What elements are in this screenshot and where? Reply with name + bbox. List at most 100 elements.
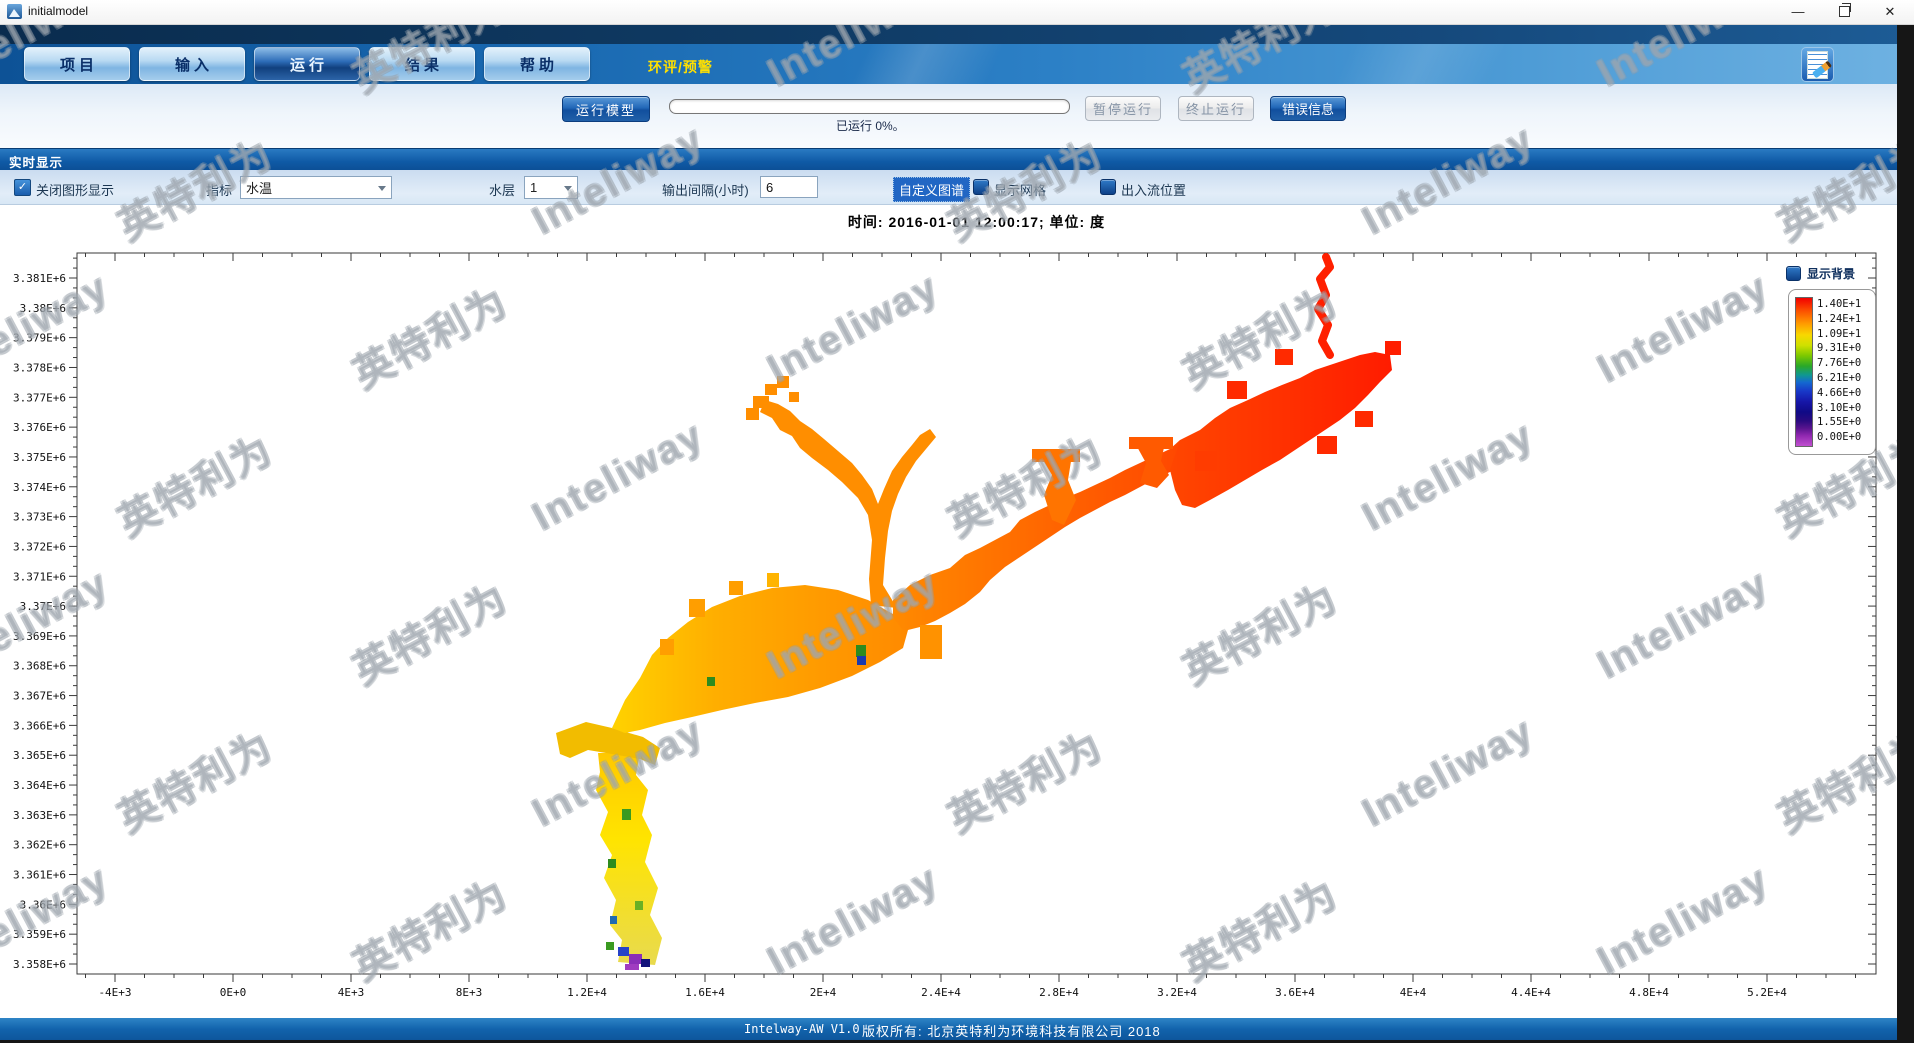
custom-palette-button[interactable]: 自定义图谱	[893, 177, 970, 202]
error-info-button[interactable]: 错误信息	[1270, 96, 1346, 121]
window-title: initialmodel	[28, 4, 88, 18]
realtime-display-title: 实时显示	[9, 152, 63, 171]
svg-text:3.36E+6: 3.36E+6	[20, 898, 66, 911]
svg-text:3.2E+4: 3.2E+4	[1157, 986, 1197, 999]
tab-bar: 项目输入运行结果帮助 环评/预警	[0, 44, 1914, 84]
app-icon	[7, 4, 22, 19]
svg-text:-4E+3: -4E+3	[98, 986, 131, 999]
show-background-label: 显示背景	[1807, 265, 1855, 282]
svg-text:4.4E+4: 4.4E+4	[1511, 986, 1551, 999]
progress-bar	[669, 99, 1070, 114]
colorbar	[1795, 297, 1813, 447]
svg-text:3.381E+6: 3.381E+6	[13, 272, 66, 285]
tab-运行[interactable]: 运行	[254, 47, 360, 81]
svg-text:2E+4: 2E+4	[810, 986, 837, 999]
tab-输入[interactable]: 输入	[139, 47, 245, 81]
show-grid-checkbox[interactable]	[973, 179, 989, 195]
legend-value: 1.55E+0	[1817, 415, 1861, 430]
svg-text:3.6E+4: 3.6E+4	[1275, 986, 1315, 999]
show-background-checkbox[interactable]	[1786, 266, 1801, 281]
eia-warning-label: 环评/预警	[648, 57, 713, 77]
flow-positions-checkbox[interactable]	[1100, 179, 1116, 195]
indicator-value: 水温	[246, 178, 272, 197]
svg-text:4E+4: 4E+4	[1400, 986, 1427, 999]
interval-label: 输出间隔(小时)	[662, 180, 749, 199]
minimize-button[interactable]: —	[1782, 0, 1814, 24]
indicator-select[interactable]: 水温	[240, 176, 392, 199]
svg-text:3.358E+6: 3.358E+6	[13, 958, 66, 971]
svg-text:4E+3: 4E+3	[338, 986, 365, 999]
note-edit-icon[interactable]	[1801, 47, 1834, 82]
svg-text:4.8E+4: 4.8E+4	[1629, 986, 1669, 999]
svg-text:3.376E+6: 3.376E+6	[13, 421, 66, 434]
legend-panel: 显示背景 1.40E+11.24E+11.09E+19.31E+07.76E+0…	[1786, 266, 1878, 455]
close-graph-label: 关闭图形显示	[36, 180, 114, 199]
svg-text:3.359E+6: 3.359E+6	[13, 928, 66, 941]
show-grid-label: 显示网格	[994, 180, 1046, 199]
tab-项目[interactable]: 项目	[24, 47, 130, 81]
restore-button[interactable]	[1828, 0, 1860, 24]
indicator-label: 指标	[206, 180, 232, 199]
svg-text:3.363E+6: 3.363E+6	[13, 809, 66, 822]
svg-text:3.377E+6: 3.377E+6	[13, 391, 66, 404]
interval-input[interactable]	[760, 176, 818, 198]
stop-run-button[interactable]: 终止运行	[1178, 96, 1254, 121]
window-frame-right	[1897, 24, 1914, 1043]
svg-text:3.378E+6: 3.378E+6	[13, 361, 66, 374]
footer-copyright: 版权所有: 北京英特利为环境科技有限公司 2018	[862, 1021, 1161, 1040]
legend-value: 4.66E+0	[1817, 386, 1861, 401]
svg-text:3.372E+6: 3.372E+6	[13, 540, 66, 553]
nav-band	[0, 24, 1914, 44]
svg-text:3.38E+6: 3.38E+6	[20, 302, 66, 315]
svg-text:3.367E+6: 3.367E+6	[13, 690, 66, 703]
tab-帮助[interactable]: 帮助	[484, 47, 590, 81]
svg-text:1.6E+4: 1.6E+4	[685, 986, 725, 999]
svg-text:3.361E+6: 3.361E+6	[13, 869, 66, 882]
footer-version: Intelway-AW V1.0	[744, 1022, 860, 1036]
svg-text:3.364E+6: 3.364E+6	[13, 779, 66, 792]
restore-icon	[1839, 6, 1850, 17]
title-bar: initialmodel — ✕	[0, 0, 1914, 25]
svg-text:3.374E+6: 3.374E+6	[13, 481, 66, 494]
pause-run-button[interactable]: 暂停运行	[1085, 96, 1161, 121]
svg-text:3.375E+6: 3.375E+6	[13, 451, 66, 464]
svg-text:3.373E+6: 3.373E+6	[13, 511, 66, 524]
close-graph-checkbox[interactable]: ✓	[14, 179, 31, 196]
run-toolbar: 运行模型 已运行 0%。 暂停运行 终止运行 错误信息	[0, 84, 1914, 148]
svg-text:3.365E+6: 3.365E+6	[13, 749, 66, 762]
svg-text:3.379E+6: 3.379E+6	[13, 332, 66, 345]
time-status-text: 时间: 2016-01-01 12:00:17; 单位: 度	[77, 212, 1876, 232]
run-model-button[interactable]: 运行模型	[562, 96, 650, 122]
flow-positions-label: 出入流位置	[1121, 180, 1186, 199]
layer-label: 水层	[489, 180, 515, 199]
main-tabs: 项目输入运行结果帮助	[24, 47, 599, 81]
legend-value: 1.24E+1	[1817, 312, 1861, 327]
svg-text:3.368E+6: 3.368E+6	[13, 660, 66, 673]
legend-values: 1.40E+11.24E+11.09E+19.31E+07.76E+06.21E…	[1813, 297, 1861, 447]
svg-text:5.2E+4: 5.2E+4	[1747, 986, 1787, 999]
legend-value: 3.10E+0	[1817, 401, 1861, 416]
svg-text:0E+0: 0E+0	[220, 986, 247, 999]
svg-text:3.369E+6: 3.369E+6	[13, 630, 66, 643]
temperature-heatmap	[77, 253, 1876, 979]
legend-value: 6.21E+0	[1817, 371, 1861, 386]
svg-text:3.37E+6: 3.37E+6	[20, 600, 66, 613]
svg-text:3.366E+6: 3.366E+6	[13, 719, 66, 732]
realtime-display-bar: 实时显示	[0, 148, 1914, 170]
chevron-down-icon	[378, 186, 386, 191]
display-controls-row: ✓ 关闭图形显示 指标 水温 水层 1 输出间隔(小时) 自定义图谱 显示网格 …	[0, 170, 1914, 205]
colorbar-legend: 1.40E+11.24E+11.09E+19.31E+07.76E+06.21E…	[1788, 289, 1876, 455]
svg-text:2.8E+4: 2.8E+4	[1039, 986, 1079, 999]
svg-text:8E+3: 8E+3	[456, 986, 483, 999]
svg-text:2.4E+4: 2.4E+4	[921, 986, 961, 999]
close-button[interactable]: ✕	[1874, 0, 1906, 24]
progress-status-text: 已运行 0%。	[836, 117, 905, 134]
legend-value: 0.00E+0	[1817, 430, 1861, 445]
legend-value: 9.31E+0	[1817, 341, 1861, 356]
svg-text:3.371E+6: 3.371E+6	[13, 570, 66, 583]
tab-结果[interactable]: 结果	[369, 47, 475, 81]
layer-select[interactable]: 1	[524, 176, 578, 199]
legend-value: 7.76E+0	[1817, 356, 1861, 371]
legend-value: 1.09E+1	[1817, 327, 1861, 342]
svg-text:1.2E+4: 1.2E+4	[567, 986, 607, 999]
